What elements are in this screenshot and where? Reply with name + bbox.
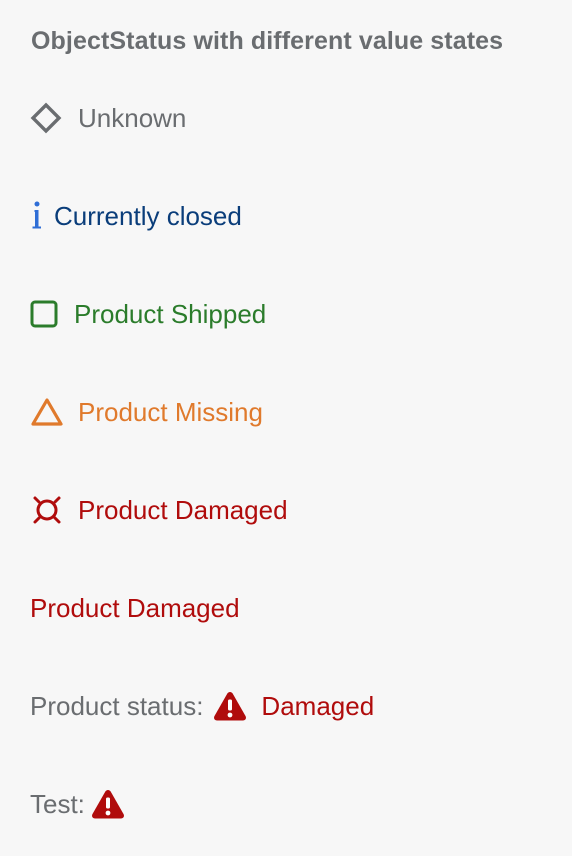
status-product-damaged: Product status: Damaged [30,686,374,726]
status-information: Currently closed [30,196,242,236]
status-warning: Product Missing [30,392,263,432]
status-label: Product status: [30,690,204,721]
status-error: Product Damaged [30,490,288,530]
status-label: Test: [30,788,85,819]
status-text: Unknown [78,102,187,133]
information-icon [30,200,44,232]
status-text: Product Missing [78,396,263,427]
error-sun-icon [30,493,64,527]
status-text: Product Damaged [78,494,288,525]
status-success: Product Shipped [30,294,266,334]
status-test: Test: [30,784,125,824]
status-error-text-only: Product Damaged [30,588,240,628]
alert-icon [213,690,247,722]
alert-icon [91,788,125,820]
status-text: Product Damaged [30,592,240,623]
diamond-icon [30,102,62,134]
status-unknown: Unknown [30,98,186,138]
square-icon [30,300,58,328]
triangle-icon [30,397,64,427]
status-text: Currently closed [54,200,242,231]
status-text: Product Shipped [74,298,267,329]
object-status-page: ObjectStatus with different value states… [0,0,572,856]
page-title: ObjectStatus with different value states [31,27,504,55]
status-text: Damaged [261,690,375,721]
